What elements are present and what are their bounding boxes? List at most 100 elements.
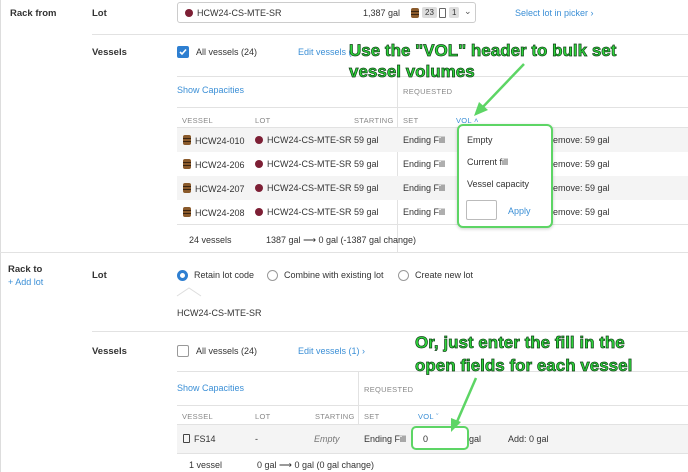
- table-row[interactable]: HCW24-010 HCW24-CS-MTE-SR 59 gal Ending …: [177, 128, 688, 152]
- vol-menu-item-current-fill[interactable]: Current fill: [467, 157, 508, 167]
- change-text: emove: 59 gal: [553, 135, 610, 145]
- vessels-label: Vessels: [92, 346, 127, 357]
- change-text: emove: 59 gal: [553, 159, 610, 169]
- starting-volume: Empty: [314, 434, 340, 444]
- summary-count: 1 vessel: [189, 460, 223, 470]
- all-vessels-checkbox[interactable]: [177, 46, 189, 58]
- set-mode[interactable]: Ending Fill: [403, 207, 445, 217]
- change-text: emove: 59 gal: [553, 183, 610, 193]
- change-text: Add: 0 gal: [508, 434, 549, 444]
- lot-label: Lot: [92, 8, 107, 19]
- callout-arrow-top-icon: [474, 63, 525, 116]
- lot-color-dot: [185, 9, 193, 17]
- col-set: SET: [364, 412, 380, 421]
- set-mode[interactable]: Ending Fill: [364, 434, 406, 444]
- chevron-down-icon: ˇ: [436, 412, 439, 421]
- lot-select-name: HCW24-CS-MTE-SR: [197, 8, 282, 18]
- fill-unit: gal: [469, 434, 482, 444]
- radio-create-new-lot[interactable]: [398, 270, 409, 281]
- divider: [177, 453, 688, 454]
- vol-menu-input[interactable]: [466, 200, 497, 220]
- callout-top-line2: vessel volumes: [349, 62, 475, 82]
- vol-menu: Empty Current fill Vessel capacity Apply: [457, 124, 553, 228]
- table-row[interactable]: HCW24-208 HCW24-CS-MTE-SR 59 gal Ending …: [177, 200, 688, 224]
- table-row[interactable]: HCW24-207 HCW24-CS-MTE-SR 59 gal Ending …: [177, 176, 688, 200]
- lot-name: HCW24-CS-MTE-SR: [267, 183, 352, 193]
- all-vessels-label: All vessels (24): [196, 47, 258, 57]
- vessel-name: HCW24-206: [195, 160, 245, 170]
- vessel-name: HCW24-208: [195, 208, 245, 218]
- radio-label: Create new lot: [415, 270, 474, 280]
- vessel-name: FS14: [194, 434, 216, 444]
- vessel-name: HCW24-207: [195, 184, 245, 194]
- starting-volume: 59 gal: [354, 207, 379, 217]
- lot-select-volume: 1,387 gal: [363, 8, 401, 18]
- barrel-icon: [183, 159, 191, 169]
- col-lot: LOT: [255, 412, 271, 421]
- lot-name: -: [255, 434, 258, 444]
- rack-from-label: Rack from: [10, 8, 57, 19]
- table-row[interactable]: HCW24-206 HCW24-CS-MTE-SR 59 gal Ending …: [177, 152, 688, 176]
- select-lot-in-picker-link[interactable]: Select lot in picker ›: [515, 8, 594, 18]
- summary-volume: 0 gal ⟶ 0 gal (0 gal change): [257, 460, 375, 470]
- col-lot: LOT: [255, 116, 271, 125]
- edit-vessels-link[interactable]: Edit vessels (: [298, 47, 352, 57]
- vol-menu-item-empty[interactable]: Empty: [467, 135, 493, 145]
- divider: [92, 331, 688, 332]
- radio-label: Combine with existing lot: [284, 270, 384, 280]
- arrow-right-icon: ⟶: [279, 460, 292, 470]
- tank-icon: [183, 434, 190, 443]
- vessel-name: HCW24-010: [195, 136, 245, 146]
- plus-icon: +: [8, 277, 14, 287]
- col-vessel: VESSEL: [182, 412, 213, 421]
- summary-volume: 1387 gal ⟶ 0 gal (-1387 gal change): [266, 235, 417, 245]
- show-capacities-link[interactable]: Show Capacities: [177, 383, 244, 393]
- all-vessels-label: All vessels (24): [196, 346, 258, 356]
- callout-arrow-bottom-icon: [451, 377, 478, 432]
- col-starting: STARTING: [354, 116, 394, 125]
- lot-code-text: HCW24-CS-MTE-SR: [177, 308, 262, 318]
- tank-icon: [439, 8, 446, 18]
- radio-label: Retain lot code: [194, 270, 255, 280]
- lot-color-dot: [255, 208, 263, 216]
- all-vessels-checkbox[interactable]: [177, 345, 189, 357]
- starting-volume: 59 gal: [354, 135, 379, 145]
- section-divider: [0, 252, 688, 253]
- lot-label: Lot: [92, 270, 107, 281]
- lot-color-dot: [255, 184, 263, 192]
- lot-select[interactable]: HCW24-CS-MTE-SR 1,387 gal 23 1 ⌄: [177, 2, 476, 23]
- requested-header: REQUESTED: [403, 87, 453, 96]
- show-capacities-link[interactable]: Show Capacities: [177, 85, 244, 95]
- set-mode[interactable]: Ending Fill: [403, 183, 445, 193]
- radio-retain-lot-code[interactable]: [177, 270, 188, 281]
- starting-volume: 59 gal: [354, 183, 379, 193]
- lot-color-dot: [255, 160, 263, 168]
- chevron-down-icon: ⌄: [464, 6, 472, 16]
- rack-to-label: Rack to: [8, 264, 43, 275]
- lot-name: HCW24-CS-MTE-SR: [267, 135, 352, 145]
- lot-name: HCW24-CS-MTE-SR: [267, 159, 352, 169]
- arrow-right-icon: ⟶: [303, 235, 316, 245]
- vol-menu-item-vessel-capacity[interactable]: Vessel capacity: [467, 179, 529, 189]
- barrel-icon: [183, 207, 191, 217]
- divider: [92, 34, 688, 35]
- edit-vessels-link[interactable]: Edit vessels (1) ›: [298, 346, 365, 356]
- barrel-icon: [183, 135, 191, 145]
- col-set: SET: [403, 116, 419, 125]
- barrel-count-badge: 23: [422, 7, 437, 18]
- lot-color-dot: [255, 136, 263, 144]
- divider: [177, 405, 688, 406]
- add-lot-button[interactable]: + Add lot: [8, 277, 43, 287]
- callout-top-line1: Use the "VOL" header to bulk set: [349, 41, 617, 61]
- vol-menu-apply-button[interactable]: Apply: [508, 206, 531, 216]
- col-vol-header[interactable]: VOL ˇ: [418, 412, 439, 421]
- barrel-icon: [183, 183, 191, 193]
- vessels-label: Vessels: [92, 47, 127, 58]
- divider: [177, 107, 688, 108]
- divider: [177, 224, 688, 225]
- pointer-caret-icon: [176, 287, 202, 297]
- fill-input-value: 0: [423, 434, 429, 444]
- radio-combine-lot[interactable]: [267, 270, 278, 281]
- set-mode[interactable]: Ending Fill: [403, 135, 445, 145]
- set-mode[interactable]: Ending Fill: [403, 159, 445, 169]
